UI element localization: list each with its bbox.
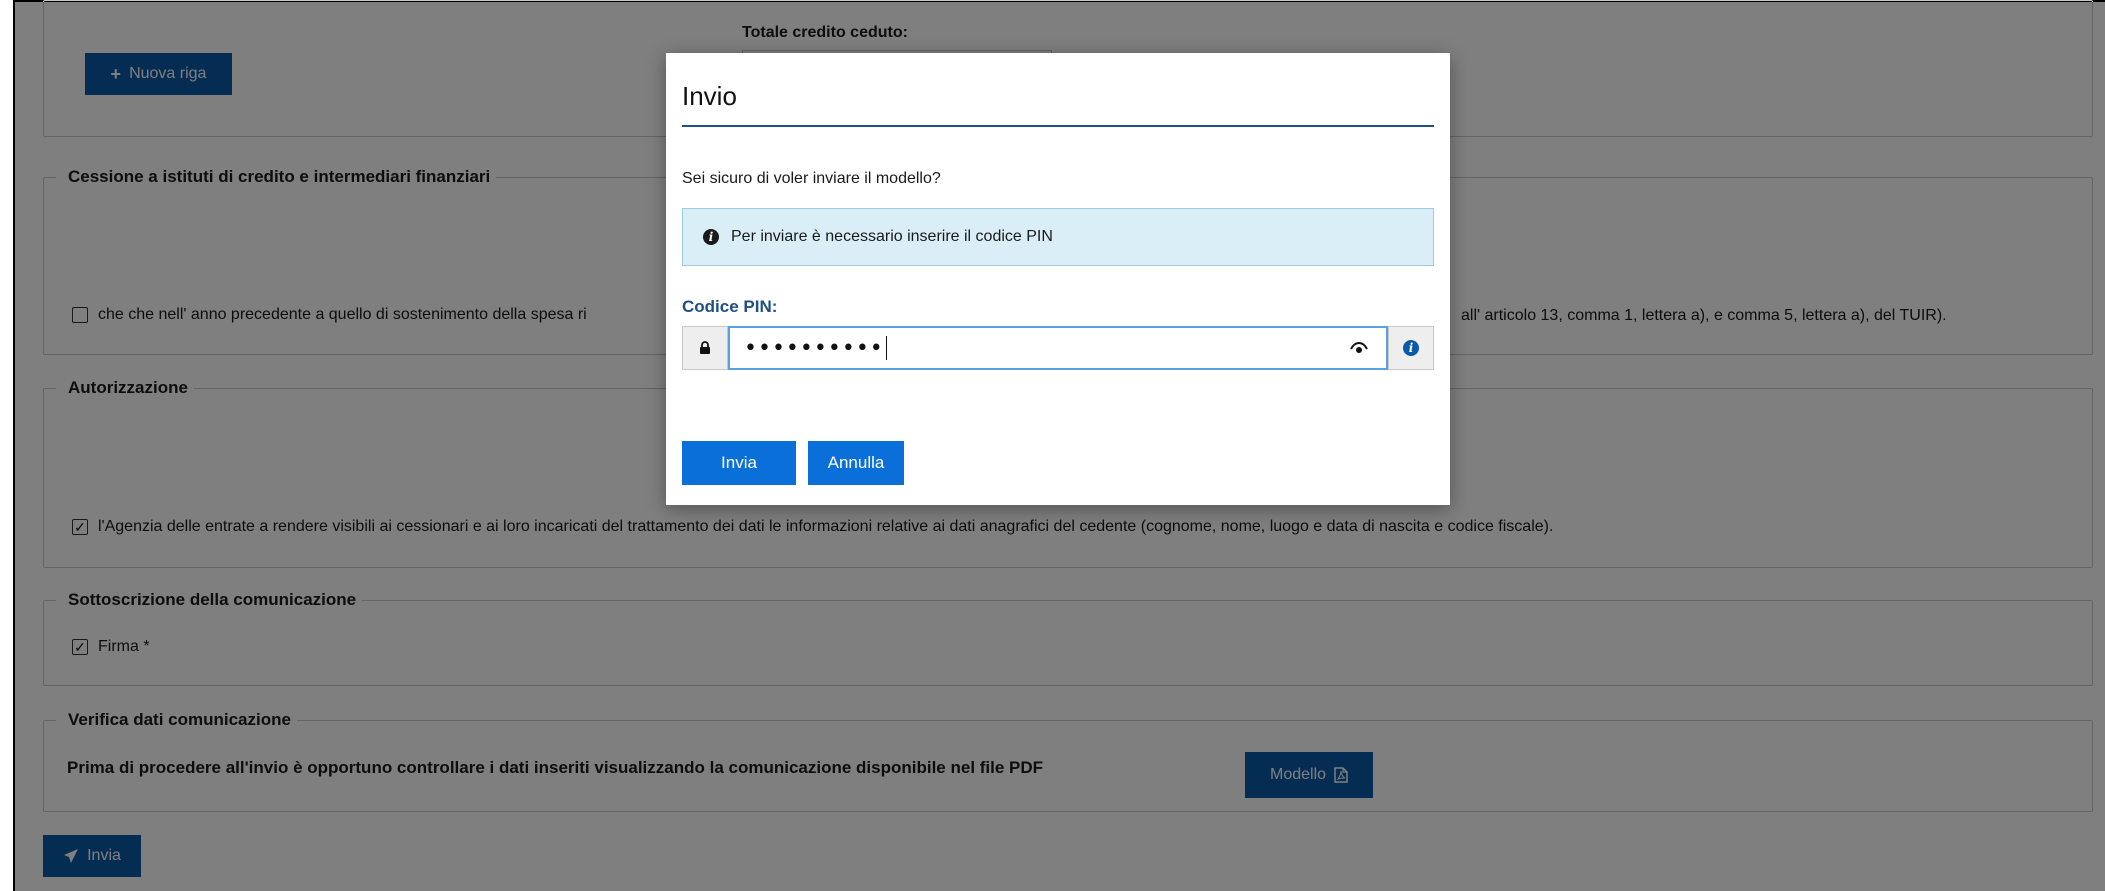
invio-dialog: Invio Sei sicuro di voler inviare il mod… — [666, 53, 1450, 505]
pin-info-text: Per inviare è necessario inserire il cod… — [731, 228, 1053, 245]
pin-help-addon[interactable]: i — [1388, 326, 1434, 370]
text-caret — [885, 336, 887, 360]
dialog-annulla-button[interactable]: Annulla — [808, 441, 904, 485]
lock-addon — [682, 326, 728, 370]
confirm-question: Sei sicuro di voler inviare il modello? — [682, 170, 941, 187]
info-icon: i — [703, 229, 719, 245]
pin-info-alert: i Per inviare è necessario inserire il c… — [682, 208, 1434, 266]
help-info-icon[interactable]: i — [1403, 340, 1419, 356]
pin-label: Codice PIN: — [682, 297, 778, 316]
pin-value: •••••••••• — [744, 335, 884, 361]
lock-icon — [700, 341, 710, 354]
dialog-invia-button[interactable]: Invia — [682, 441, 796, 485]
title-divider — [682, 125, 1434, 127]
dialog-title: Invio — [682, 81, 737, 111]
show-password-icon[interactable] — [1350, 342, 1368, 354]
pin-input-group: •••••••••• i — [682, 326, 1434, 370]
pin-input[interactable]: •••••••••• — [728, 326, 1388, 370]
